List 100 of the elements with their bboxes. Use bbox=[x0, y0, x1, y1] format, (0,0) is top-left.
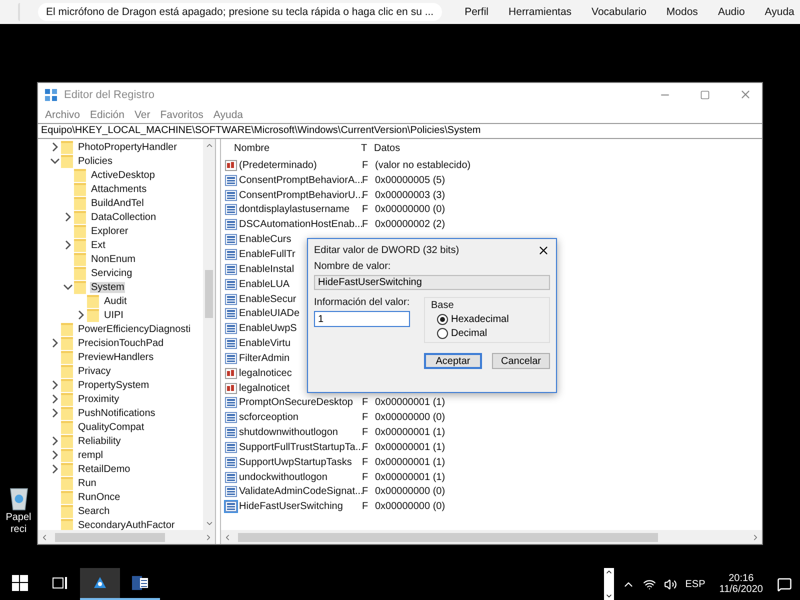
tree-item[interactable]: Run bbox=[77, 478, 98, 488]
menu-item[interactable]: Audio bbox=[710, 6, 752, 18]
value-name[interactable]: (Predeterminado) bbox=[239, 160, 362, 171]
clock-time[interactable]: 20:16 bbox=[728, 573, 754, 584]
value-name[interactable]: ConsentPromptBehaviorA... bbox=[239, 174, 362, 186]
folder-icon bbox=[74, 196, 86, 210]
tree-item[interactable]: PreviewHandlers bbox=[77, 352, 155, 362]
tree-item[interactable]: BuildAndTel bbox=[90, 198, 145, 208]
tree-item[interactable]: Privacy bbox=[77, 366, 112, 376]
value-name[interactable]: undockwithoutlogon bbox=[239, 472, 362, 483]
tree-item[interactable]: System bbox=[90, 282, 126, 292]
value-name[interactable]: ConsentPromptBehaviorU... bbox=[239, 190, 362, 201]
value-name-field[interactable]: HideFastUserSwitching bbox=[314, 275, 550, 290]
scrollbar[interactable] bbox=[38, 530, 215, 544]
menu-item[interactable]: Ver bbox=[129, 108, 156, 120]
binary-value-icon bbox=[225, 219, 237, 230]
tree-item[interactable]: PhotoPropertyHandler bbox=[77, 142, 178, 152]
folder-icon bbox=[74, 210, 86, 224]
tree-item[interactable]: UIPI bbox=[103, 310, 124, 320]
value-name[interactable]: ValidateAdminCodeSignat... bbox=[239, 486, 362, 498]
menu-item[interactable]: Ayuda bbox=[208, 108, 248, 120]
tree-item[interactable]: rempl bbox=[77, 450, 104, 460]
scroll-right-icon[interactable] bbox=[751, 532, 760, 542]
folder-icon bbox=[74, 266, 86, 280]
string-value-icon bbox=[225, 368, 237, 379]
tree-item[interactable]: QualityCompat bbox=[77, 422, 146, 432]
tree-item[interactable]: Proximity bbox=[77, 394, 120, 404]
menu-item[interactable]: Archivo bbox=[40, 108, 86, 120]
radio-icon[interactable] bbox=[437, 328, 448, 339]
menu-item[interactable]: Favoritos bbox=[155, 108, 208, 120]
scroll-down-icon[interactable] bbox=[605, 592, 614, 600]
menu-item[interactable]: Edición bbox=[85, 108, 130, 120]
radio-icon[interactable] bbox=[437, 314, 448, 325]
tree-item[interactable]: Ext bbox=[90, 240, 106, 250]
tree-item[interactable]: Policies bbox=[77, 156, 114, 166]
column-header[interactable]: T bbox=[361, 143, 374, 154]
tree-item[interactable]: ActiveDesktop bbox=[90, 170, 156, 180]
scroll-thumb[interactable] bbox=[205, 270, 213, 318]
folder-icon bbox=[61, 434, 73, 448]
tree-item[interactable]: PushNotifications bbox=[77, 408, 156, 418]
menu-item[interactable]: Perfil bbox=[458, 6, 496, 18]
tree-item[interactable]: RunOnce bbox=[77, 492, 122, 502]
value-name[interactable]: dontdisplaylastusername bbox=[239, 204, 362, 216]
scroll-thumb[interactable] bbox=[55, 532, 165, 542]
scroll-right-icon[interactable] bbox=[204, 532, 213, 542]
tree-item[interactable]: Explorer bbox=[90, 226, 130, 236]
tree-item[interactable]: RetailDemo bbox=[77, 464, 132, 474]
value-data: 0x00000001 (1) bbox=[375, 456, 446, 468]
binary-value-icon bbox=[225, 412, 237, 424]
tray-scroll[interactable] bbox=[604, 568, 614, 600]
scrollbar[interactable] bbox=[221, 530, 762, 544]
value-name[interactable]: DSCAutomationHostEnab... bbox=[239, 219, 362, 230]
tree-item[interactable]: DataCollection bbox=[90, 212, 158, 222]
value-name[interactable]: shutdownwithoutlogon bbox=[239, 427, 362, 438]
value-name[interactable]: HideFastUserSwitching bbox=[239, 501, 362, 512]
tree-item[interactable]: Attachments bbox=[90, 184, 148, 194]
menu-item[interactable]: Herramientas bbox=[502, 6, 579, 18]
dialog-button[interactable]: Cancelar bbox=[492, 353, 550, 369]
field-label: Nombre de valor: bbox=[314, 261, 392, 272]
wifi-icon[interactable] bbox=[643, 578, 656, 590]
column-header[interactable]: Nombre bbox=[224, 143, 361, 154]
tree-item[interactable]: PrecisionTouchPad bbox=[77, 338, 165, 348]
binary-value-icon bbox=[225, 427, 237, 438]
menu-item[interactable]: Vocabulario bbox=[584, 6, 654, 18]
folder-icon bbox=[61, 140, 73, 154]
value-type: F bbox=[362, 412, 370, 424]
column-header[interactable]: Datos bbox=[374, 143, 400, 154]
clock-date[interactable]: 11/6/2020 bbox=[719, 584, 763, 595]
radio-option[interactable]: Hexadecimal bbox=[431, 314, 543, 325]
value-name[interactable]: SupportUwpStartupTasks bbox=[239, 456, 362, 468]
scrollbar[interactable] bbox=[203, 139, 215, 530]
notification-icon[interactable] bbox=[777, 576, 792, 592]
dialog-button[interactable]: Aceptar bbox=[424, 353, 482, 369]
value-data-field[interactable]: 1 bbox=[314, 311, 410, 327]
value-name[interactable]: scforceoption bbox=[239, 412, 362, 424]
menu-item[interactable]: Modos bbox=[659, 6, 705, 18]
value-name[interactable]: SupportFullTrustStartupTa... bbox=[239, 442, 362, 453]
close-icon[interactable] bbox=[537, 244, 550, 256]
language-indicator[interactable]: ESP bbox=[685, 578, 706, 590]
tree-item[interactable]: Servicing bbox=[90, 268, 134, 278]
tree-item[interactable]: NonEnum bbox=[90, 254, 136, 264]
address-bar[interactable]: Equipo\HKEY_LOCAL_MACHINE\SOFTWARE\Microsoft\Windows\CurrentVersion\Policies\System bbox=[38, 123, 762, 139]
scroll-left-icon[interactable] bbox=[223, 532, 232, 542]
tree-item[interactable]: SecondaryAuthFactor bbox=[77, 520, 176, 530]
tree-item[interactable]: PropertySystem bbox=[77, 380, 150, 390]
taskbar-app[interactable] bbox=[80, 568, 120, 600]
folder-icon bbox=[61, 322, 73, 336]
tree-item[interactable]: Search bbox=[77, 506, 111, 516]
scroll-thumb[interactable] bbox=[238, 532, 658, 542]
radio-option[interactable]: Decimal bbox=[431, 328, 543, 339]
volume-icon[interactable] bbox=[664, 578, 678, 590]
tree-item[interactable]: Reliability bbox=[77, 436, 122, 446]
binary-value-icon bbox=[225, 323, 237, 334]
scroll-left-icon[interactable] bbox=[40, 532, 49, 542]
scroll-up-icon[interactable] bbox=[605, 568, 614, 576]
value-type: F bbox=[362, 427, 370, 438]
tree-item[interactable]: PowerEfficiencyDiagnosti bbox=[77, 324, 192, 334]
menu-item[interactable]: Ayuda bbox=[758, 6, 800, 18]
value-name[interactable]: PromptOnSecureDesktop bbox=[239, 397, 362, 408]
tree-item[interactable]: Audit bbox=[103, 296, 128, 306]
